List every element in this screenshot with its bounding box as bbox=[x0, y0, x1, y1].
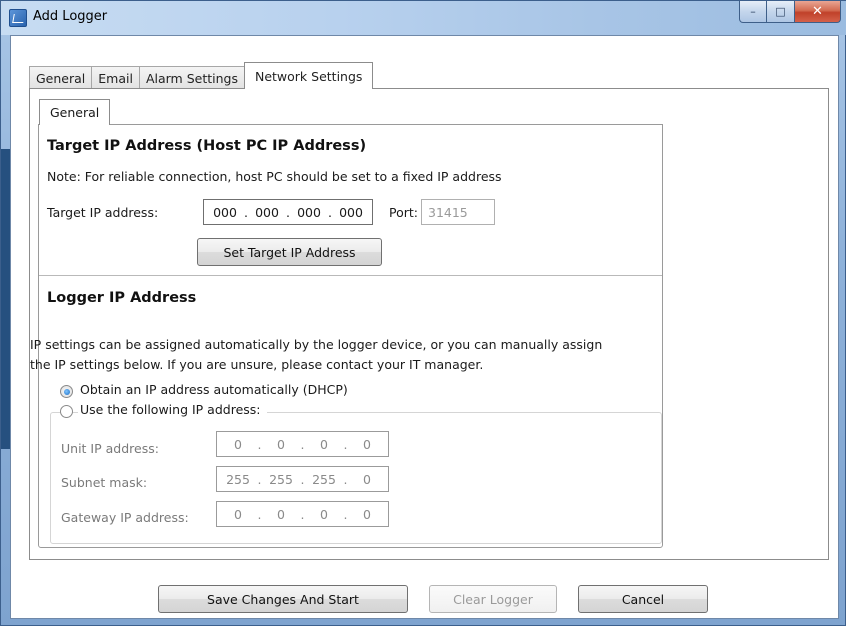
save-changes-and-start-button[interactable]: Save Changes And Start bbox=[158, 585, 408, 613]
ip-octet: 255 bbox=[269, 471, 293, 487]
ip-dot: . bbox=[257, 471, 262, 487]
tab-email[interactable]: Email bbox=[91, 66, 140, 89]
ip-octet: 0 bbox=[234, 506, 242, 522]
ip-octet: 0 bbox=[320, 506, 328, 522]
window-controls: – □ ✕ bbox=[739, 1, 841, 23]
dhcp-radio[interactable] bbox=[60, 385, 73, 398]
tab-alarm-settings[interactable]: Alarm Settings bbox=[138, 66, 245, 89]
ip-octet: 0 bbox=[277, 436, 285, 452]
target-ip-note: Note: For reliable connection, host PC s… bbox=[47, 169, 502, 184]
ip-dot: . bbox=[343, 506, 348, 522]
target-ip-input[interactable]: 000 . 000 . 000 . 000 bbox=[203, 199, 373, 225]
target-ip-heading: Target IP Address (Host PC IP Address) bbox=[47, 138, 367, 154]
dialog-window: Add Logger – □ ✕ General Email Alarm Set… bbox=[0, 0, 846, 626]
cancel-button[interactable]: Cancel bbox=[578, 585, 708, 613]
ip-dot: . bbox=[328, 204, 332, 220]
network-settings-panel: General Target IP Address (Host PC IP Ad… bbox=[29, 88, 829, 560]
subtab-general[interactable]: General bbox=[39, 99, 111, 125]
ip-octet: 000 bbox=[297, 204, 321, 220]
ip-octet: 000 bbox=[339, 204, 363, 220]
subnet-mask-input[interactable]: 255 . 255 . 255 . 0 bbox=[216, 466, 389, 492]
gateway-ip-input[interactable]: 0 . 0 . 0 . 0 bbox=[216, 501, 389, 527]
app-icon bbox=[9, 9, 27, 27]
static-ip-radio-label[interactable]: Use the following IP address: bbox=[78, 402, 267, 417]
clear-logger-button[interactable]: Clear Logger bbox=[429, 585, 557, 613]
subnet-mask-label: Subnet mask: bbox=[61, 475, 148, 490]
ip-octet: 0 bbox=[363, 506, 371, 522]
ip-octet: 000 bbox=[213, 204, 237, 220]
ip-octet: 0 bbox=[234, 436, 242, 452]
logger-ip-heading: Logger IP Address bbox=[47, 290, 197, 306]
ip-octet: 0 bbox=[363, 436, 371, 452]
set-target-ip-button[interactable]: Set Target IP Address bbox=[197, 238, 382, 266]
ip-octet: 0 bbox=[363, 471, 371, 487]
ip-dot: . bbox=[244, 204, 248, 220]
ip-octet: 000 bbox=[255, 204, 279, 220]
section-divider bbox=[39, 275, 662, 276]
dhcp-radio-label[interactable]: Obtain an IP address automatically (DHCP… bbox=[80, 382, 348, 397]
ip-dot: . bbox=[300, 436, 305, 452]
maximize-button[interactable]: □ bbox=[767, 1, 795, 23]
ip-dot: . bbox=[257, 436, 262, 452]
ip-dot: . bbox=[300, 471, 305, 487]
ip-octet: 0 bbox=[320, 436, 328, 452]
ip-octet: 0 bbox=[277, 506, 285, 522]
ip-octet: 255 bbox=[312, 471, 336, 487]
port-input[interactable]: 31415 bbox=[421, 199, 495, 225]
tab-general[interactable]: General bbox=[29, 66, 93, 89]
ip-octet: 255 bbox=[226, 471, 250, 487]
port-label: Port: bbox=[389, 205, 418, 220]
ip-dot: . bbox=[343, 471, 348, 487]
dialog-body: General Email Alarm Settings Network Set… bbox=[10, 35, 839, 619]
tab-strip: General Email Alarm Settings Network Set… bbox=[29, 62, 374, 89]
close-button[interactable]: ✕ bbox=[795, 1, 841, 23]
tab-network-settings[interactable]: Network Settings bbox=[243, 62, 374, 89]
ip-dot: . bbox=[286, 204, 290, 220]
static-ip-radio[interactable] bbox=[60, 405, 73, 418]
unit-ip-input[interactable]: 0 . 0 . 0 . 0 bbox=[216, 431, 389, 457]
minimize-button[interactable]: – bbox=[739, 1, 767, 23]
ip-dot: . bbox=[300, 506, 305, 522]
left-edge-strip bbox=[1, 149, 10, 449]
title-bar[interactable]: Add Logger – □ ✕ bbox=[1, 1, 846, 35]
window-title: Add Logger bbox=[33, 9, 108, 24]
logger-ip-description-line2: the IP settings below. If you are unsure… bbox=[30, 357, 484, 372]
ip-dot: . bbox=[257, 506, 262, 522]
unit-ip-label: Unit IP address: bbox=[61, 441, 159, 456]
ip-dot: . bbox=[343, 436, 348, 452]
logger-ip-description-line1: IP settings can be assigned automaticall… bbox=[30, 337, 603, 352]
gateway-ip-label: Gateway IP address: bbox=[61, 510, 189, 525]
target-ip-label: Target IP address: bbox=[47, 205, 159, 220]
